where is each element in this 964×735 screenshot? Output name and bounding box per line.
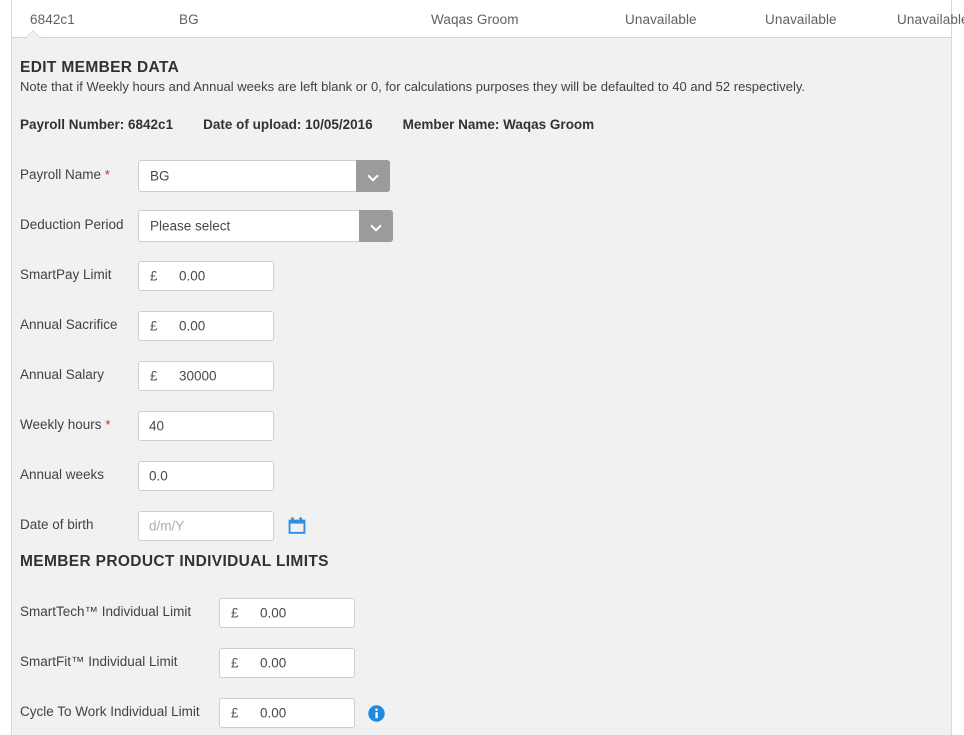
page-title: EDIT MEMBER DATA xyxy=(20,59,179,77)
meta-member-name: Member Name: Waqas Groom xyxy=(403,117,595,132)
label-smarttech-limit: SmartTech™ Individual Limit xyxy=(20,604,191,619)
smartfit-limit-value: 0.00 xyxy=(260,656,286,671)
currency-symbol: £ xyxy=(150,319,158,334)
smarttech-limit-input[interactable]: £ 0.00 xyxy=(219,598,355,628)
annual-salary-value: 30000 xyxy=(179,369,217,384)
weekly-hours-value: 40 xyxy=(149,419,164,434)
currency-symbol: £ xyxy=(150,369,158,384)
label-annual-weeks: Annual weeks xyxy=(20,467,104,482)
summary-cell-unavailable-1: Unavailable xyxy=(625,12,697,27)
label-weekly-hours: Weekly hours * xyxy=(20,417,110,432)
cycle-to-work-limit-value: 0.00 xyxy=(260,706,286,721)
calendar-icon[interactable] xyxy=(288,517,306,535)
weekly-hours-input[interactable]: 40 xyxy=(138,411,274,441)
label-smartfit-limit: SmartFit™ Individual Limit xyxy=(20,654,178,669)
smartpay-limit-value: 0.00 xyxy=(179,269,205,284)
summary-cell-payroll-name: BG xyxy=(179,12,199,27)
summary-cell-member-name: Waqas Groom xyxy=(431,12,519,27)
currency-symbol: £ xyxy=(231,606,239,621)
label-smartpay-limit: SmartPay Limit xyxy=(20,267,112,282)
member-summary-bar: 6842c1 BG Waqas Groom Unavailable Unavai… xyxy=(11,0,952,38)
smarttech-limit-value: 0.00 xyxy=(260,606,286,621)
currency-symbol: £ xyxy=(150,269,158,284)
meta-payroll-number: Payroll Number: 6842c1 xyxy=(20,117,173,132)
date-of-birth-placeholder: d/m/Y xyxy=(149,519,184,534)
cycle-to-work-limit-input[interactable]: £ 0.00 xyxy=(219,698,355,728)
label-cycle-to-work-limit: Cycle To Work Individual Limit xyxy=(20,704,200,719)
smartfit-limit-input[interactable]: £ 0.00 xyxy=(219,648,355,678)
weekly-hours-required-mark: * xyxy=(105,417,110,432)
chevron-down-icon xyxy=(372,222,381,231)
annual-salary-input[interactable]: £ 30000 xyxy=(138,361,274,391)
deduction-period-dropdown-button[interactable] xyxy=(359,210,393,242)
deduction-period-value: Please select xyxy=(150,219,230,234)
chevron-down-icon xyxy=(369,172,378,181)
label-annual-sacrifice: Annual Sacrifice xyxy=(20,317,118,332)
limits-section-title: MEMBER PRODUCT INDIVIDUAL LIMITS xyxy=(20,553,329,571)
date-of-birth-input[interactable]: d/m/Y xyxy=(138,511,274,541)
member-meta-line: Payroll Number: 6842c1 Date of upload: 10… xyxy=(20,117,594,132)
edit-member-panel: EDIT MEMBER DATA Note that if Weekly hou… xyxy=(11,38,952,735)
info-icon[interactable] xyxy=(368,705,385,722)
summary-cell-unavailable-2: Unavailable xyxy=(765,12,837,27)
meta-date-of-upload: Date of upload: 10/05/2016 xyxy=(203,117,373,132)
label-deduction-period: Deduction Period xyxy=(20,217,124,232)
label-payroll-name: Payroll Name * xyxy=(20,167,110,182)
currency-symbol: £ xyxy=(231,706,239,721)
annual-sacrifice-value: 0.00 xyxy=(179,319,205,334)
form-note: Note that if Weekly hours and Annual wee… xyxy=(20,79,805,94)
payroll-name-select[interactable]: BG xyxy=(138,160,390,192)
panel-caret-icon xyxy=(25,31,41,39)
currency-symbol: £ xyxy=(231,656,239,671)
summary-cell-payroll-number: 6842c1 xyxy=(30,12,75,27)
label-payroll-name-text: Payroll Name xyxy=(20,167,101,182)
smartpay-limit-input[interactable]: £ 0.00 xyxy=(138,261,274,291)
annual-weeks-value: 0.0 xyxy=(149,469,168,484)
payroll-name-value: BG xyxy=(150,169,170,184)
annual-weeks-input[interactable]: 0.0 xyxy=(138,461,274,491)
payroll-name-dropdown-button[interactable] xyxy=(356,160,390,192)
annual-sacrifice-input[interactable]: £ 0.00 xyxy=(138,311,274,341)
label-weekly-hours-text: Weekly hours xyxy=(20,417,102,432)
label-annual-salary: Annual Salary xyxy=(20,367,104,382)
summary-cell-unavailable-3: Unavailable xyxy=(897,12,964,27)
label-date-of-birth: Date of birth xyxy=(20,517,94,532)
deduction-period-select[interactable]: Please select xyxy=(138,210,393,242)
payroll-name-required-mark: * xyxy=(105,167,110,182)
